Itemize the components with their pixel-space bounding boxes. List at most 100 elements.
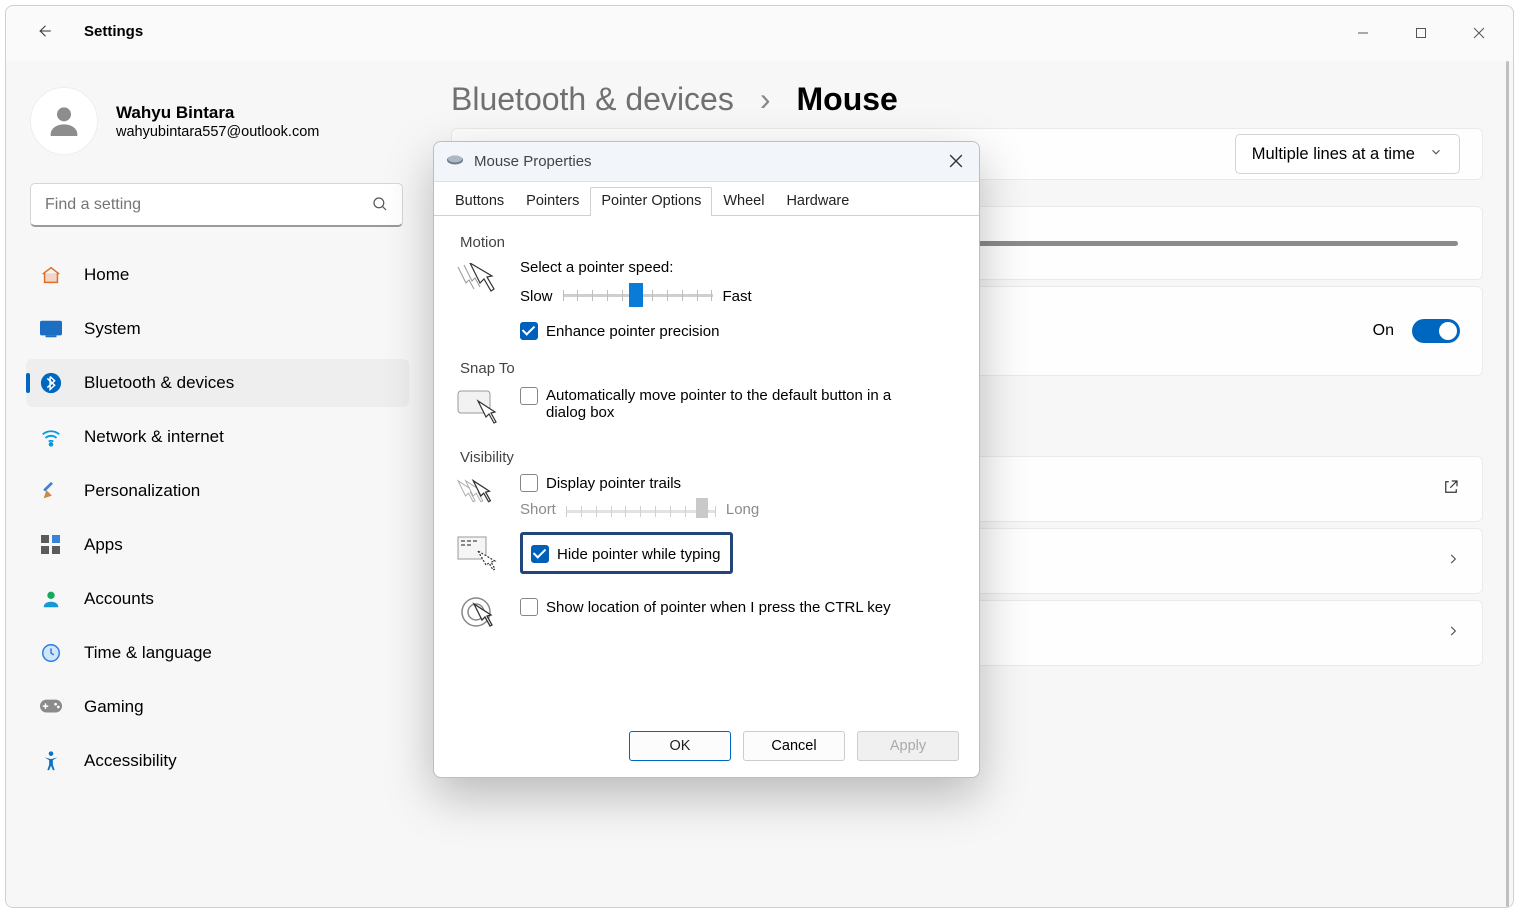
hide-typing-checkbox[interactable]	[531, 545, 549, 563]
trails-short-label: Short	[520, 501, 556, 518]
sidebar: Wahyu Bintara wahyubintara557@outlook.co…	[6, 61, 421, 907]
snapto-label: Automatically move pointer to the defaul…	[546, 387, 906, 421]
dialog-tabs: Buttons Pointers Pointer Options Wheel H…	[434, 182, 979, 216]
nav-label: Network & internet	[84, 427, 224, 447]
close-button[interactable]	[1450, 11, 1508, 55]
breadcrumb-parent[interactable]: Bluetooth & devices	[451, 81, 734, 118]
nav-label: Time & language	[84, 643, 212, 663]
tab-buttons[interactable]: Buttons	[444, 187, 515, 215]
ctrl-locate-checkbox[interactable]	[520, 598, 538, 616]
motion-heading: Motion	[460, 234, 957, 251]
accounts-icon	[40, 588, 62, 610]
chevron-right-icon	[1446, 624, 1460, 643]
title-bar: Settings	[6, 6, 1513, 56]
dropdown-label: Multiple lines at a time	[1252, 145, 1415, 164]
scrollbar[interactable]	[1506, 61, 1509, 907]
ctrl-locate-label: Show location of pointer when I press th…	[546, 599, 891, 616]
scroll-mode-dropdown[interactable]: Multiple lines at a time	[1235, 134, 1460, 174]
pointer-speed-label: Select a pointer speed:	[520, 259, 957, 276]
toggle-switch[interactable]	[1412, 319, 1460, 343]
chevron-right-icon: ›	[760, 81, 771, 118]
chevron-down-icon	[1429, 145, 1443, 164]
dialog-buttons: OK Cancel Apply	[434, 721, 979, 777]
search-icon	[371, 195, 389, 218]
trails-long-label: Long	[726, 501, 759, 518]
slider-thumb[interactable]	[629, 283, 643, 307]
trails-slider	[566, 500, 716, 518]
nav: Home System Bluetooth & devices Network …	[26, 251, 409, 791]
ctrl-locate-icon	[456, 592, 500, 636]
enhance-precision-checkbox[interactable]	[520, 322, 538, 340]
nav-label: Bluetooth & devices	[84, 373, 234, 393]
minimize-button[interactable]	[1334, 11, 1392, 55]
mouse-properties-dialog: Mouse Properties Buttons Pointers Pointe…	[433, 141, 980, 778]
nav-accessibility[interactable]: Accessibility	[26, 737, 409, 785]
hide-typing-label: Hide pointer while typing	[557, 546, 720, 563]
search-input[interactable]	[30, 183, 403, 227]
app-title: Settings	[84, 23, 143, 40]
wifi-icon	[40, 426, 62, 448]
nav-home[interactable]: Home	[26, 251, 409, 299]
nav-apps[interactable]: Apps	[26, 521, 409, 569]
pointer-speed-slider[interactable]	[563, 284, 713, 308]
home-icon	[40, 264, 62, 286]
dialog-title-bar: Mouse Properties	[434, 142, 979, 182]
accessibility-icon	[40, 750, 62, 772]
tab-pointers[interactable]: Pointers	[515, 187, 590, 215]
snapto-heading: Snap To	[460, 360, 957, 377]
maximize-button[interactable]	[1392, 11, 1450, 55]
nav-label: Gaming	[84, 697, 144, 717]
speed-fast-label: Fast	[723, 288, 752, 305]
nav-gaming[interactable]: Gaming	[26, 683, 409, 731]
slider-thumb	[696, 498, 708, 518]
dialog-close-button[interactable]	[941, 148, 971, 174]
time-icon	[40, 642, 62, 664]
ok-button[interactable]: OK	[629, 731, 731, 761]
nav-time-language[interactable]: Time & language	[26, 629, 409, 677]
apply-button: Apply	[857, 731, 959, 761]
nav-network[interactable]: Network & internet	[26, 413, 409, 461]
nav-accounts[interactable]: Accounts	[26, 575, 409, 623]
cancel-button[interactable]: Cancel	[743, 731, 845, 761]
dialog-body: Motion Select a pointer speed: Slow	[434, 216, 979, 721]
profile[interactable]: Wahyu Bintara wahyubintara557@outlook.co…	[30, 87, 409, 155]
speed-slow-label: Slow	[520, 288, 553, 305]
back-button[interactable]	[34, 22, 54, 40]
nav-bluetooth-devices[interactable]: Bluetooth & devices	[26, 359, 409, 407]
gaming-icon	[40, 696, 62, 718]
trails-icon	[456, 474, 500, 518]
open-external-icon	[1442, 478, 1460, 501]
page-title: Mouse	[797, 81, 898, 118]
nav-label: Accounts	[84, 589, 154, 609]
hide-typing-icon	[456, 532, 500, 576]
window-controls	[1334, 11, 1508, 55]
profile-email: wahyubintara557@outlook.com	[116, 124, 319, 140]
pointer-speed-icon	[456, 259, 500, 303]
pointer-trails-checkbox[interactable]	[520, 474, 538, 492]
pointer-trails-label: Display pointer trails	[546, 475, 681, 492]
breadcrumb: Bluetooth & devices › Mouse	[451, 81, 1483, 118]
avatar	[30, 87, 98, 155]
personalization-icon	[40, 480, 62, 502]
snapto-checkbox[interactable]	[520, 387, 538, 405]
toggle-state-label: On	[1373, 322, 1394, 340]
chevron-right-icon	[1446, 552, 1460, 571]
visibility-heading: Visibility	[460, 449, 957, 466]
nav-label: System	[84, 319, 141, 339]
nav-label: Accessibility	[84, 751, 177, 771]
tab-hardware[interactable]: Hardware	[775, 187, 860, 215]
tab-wheel[interactable]: Wheel	[712, 187, 775, 215]
snapto-icon	[456, 385, 500, 429]
search-box	[30, 183, 403, 227]
tab-pointer-options[interactable]: Pointer Options	[590, 187, 712, 216]
enhance-precision-label: Enhance pointer precision	[546, 323, 719, 340]
nav-label: Apps	[84, 535, 123, 555]
nav-system[interactable]: System	[26, 305, 409, 353]
system-icon	[40, 318, 62, 340]
profile-name: Wahyu Bintara	[116, 102, 319, 124]
nav-personalization[interactable]: Personalization	[26, 467, 409, 515]
nav-label: Home	[84, 265, 129, 285]
nav-label: Personalization	[84, 481, 200, 501]
bluetooth-icon	[40, 372, 62, 394]
dialog-title: Mouse Properties	[474, 153, 592, 170]
